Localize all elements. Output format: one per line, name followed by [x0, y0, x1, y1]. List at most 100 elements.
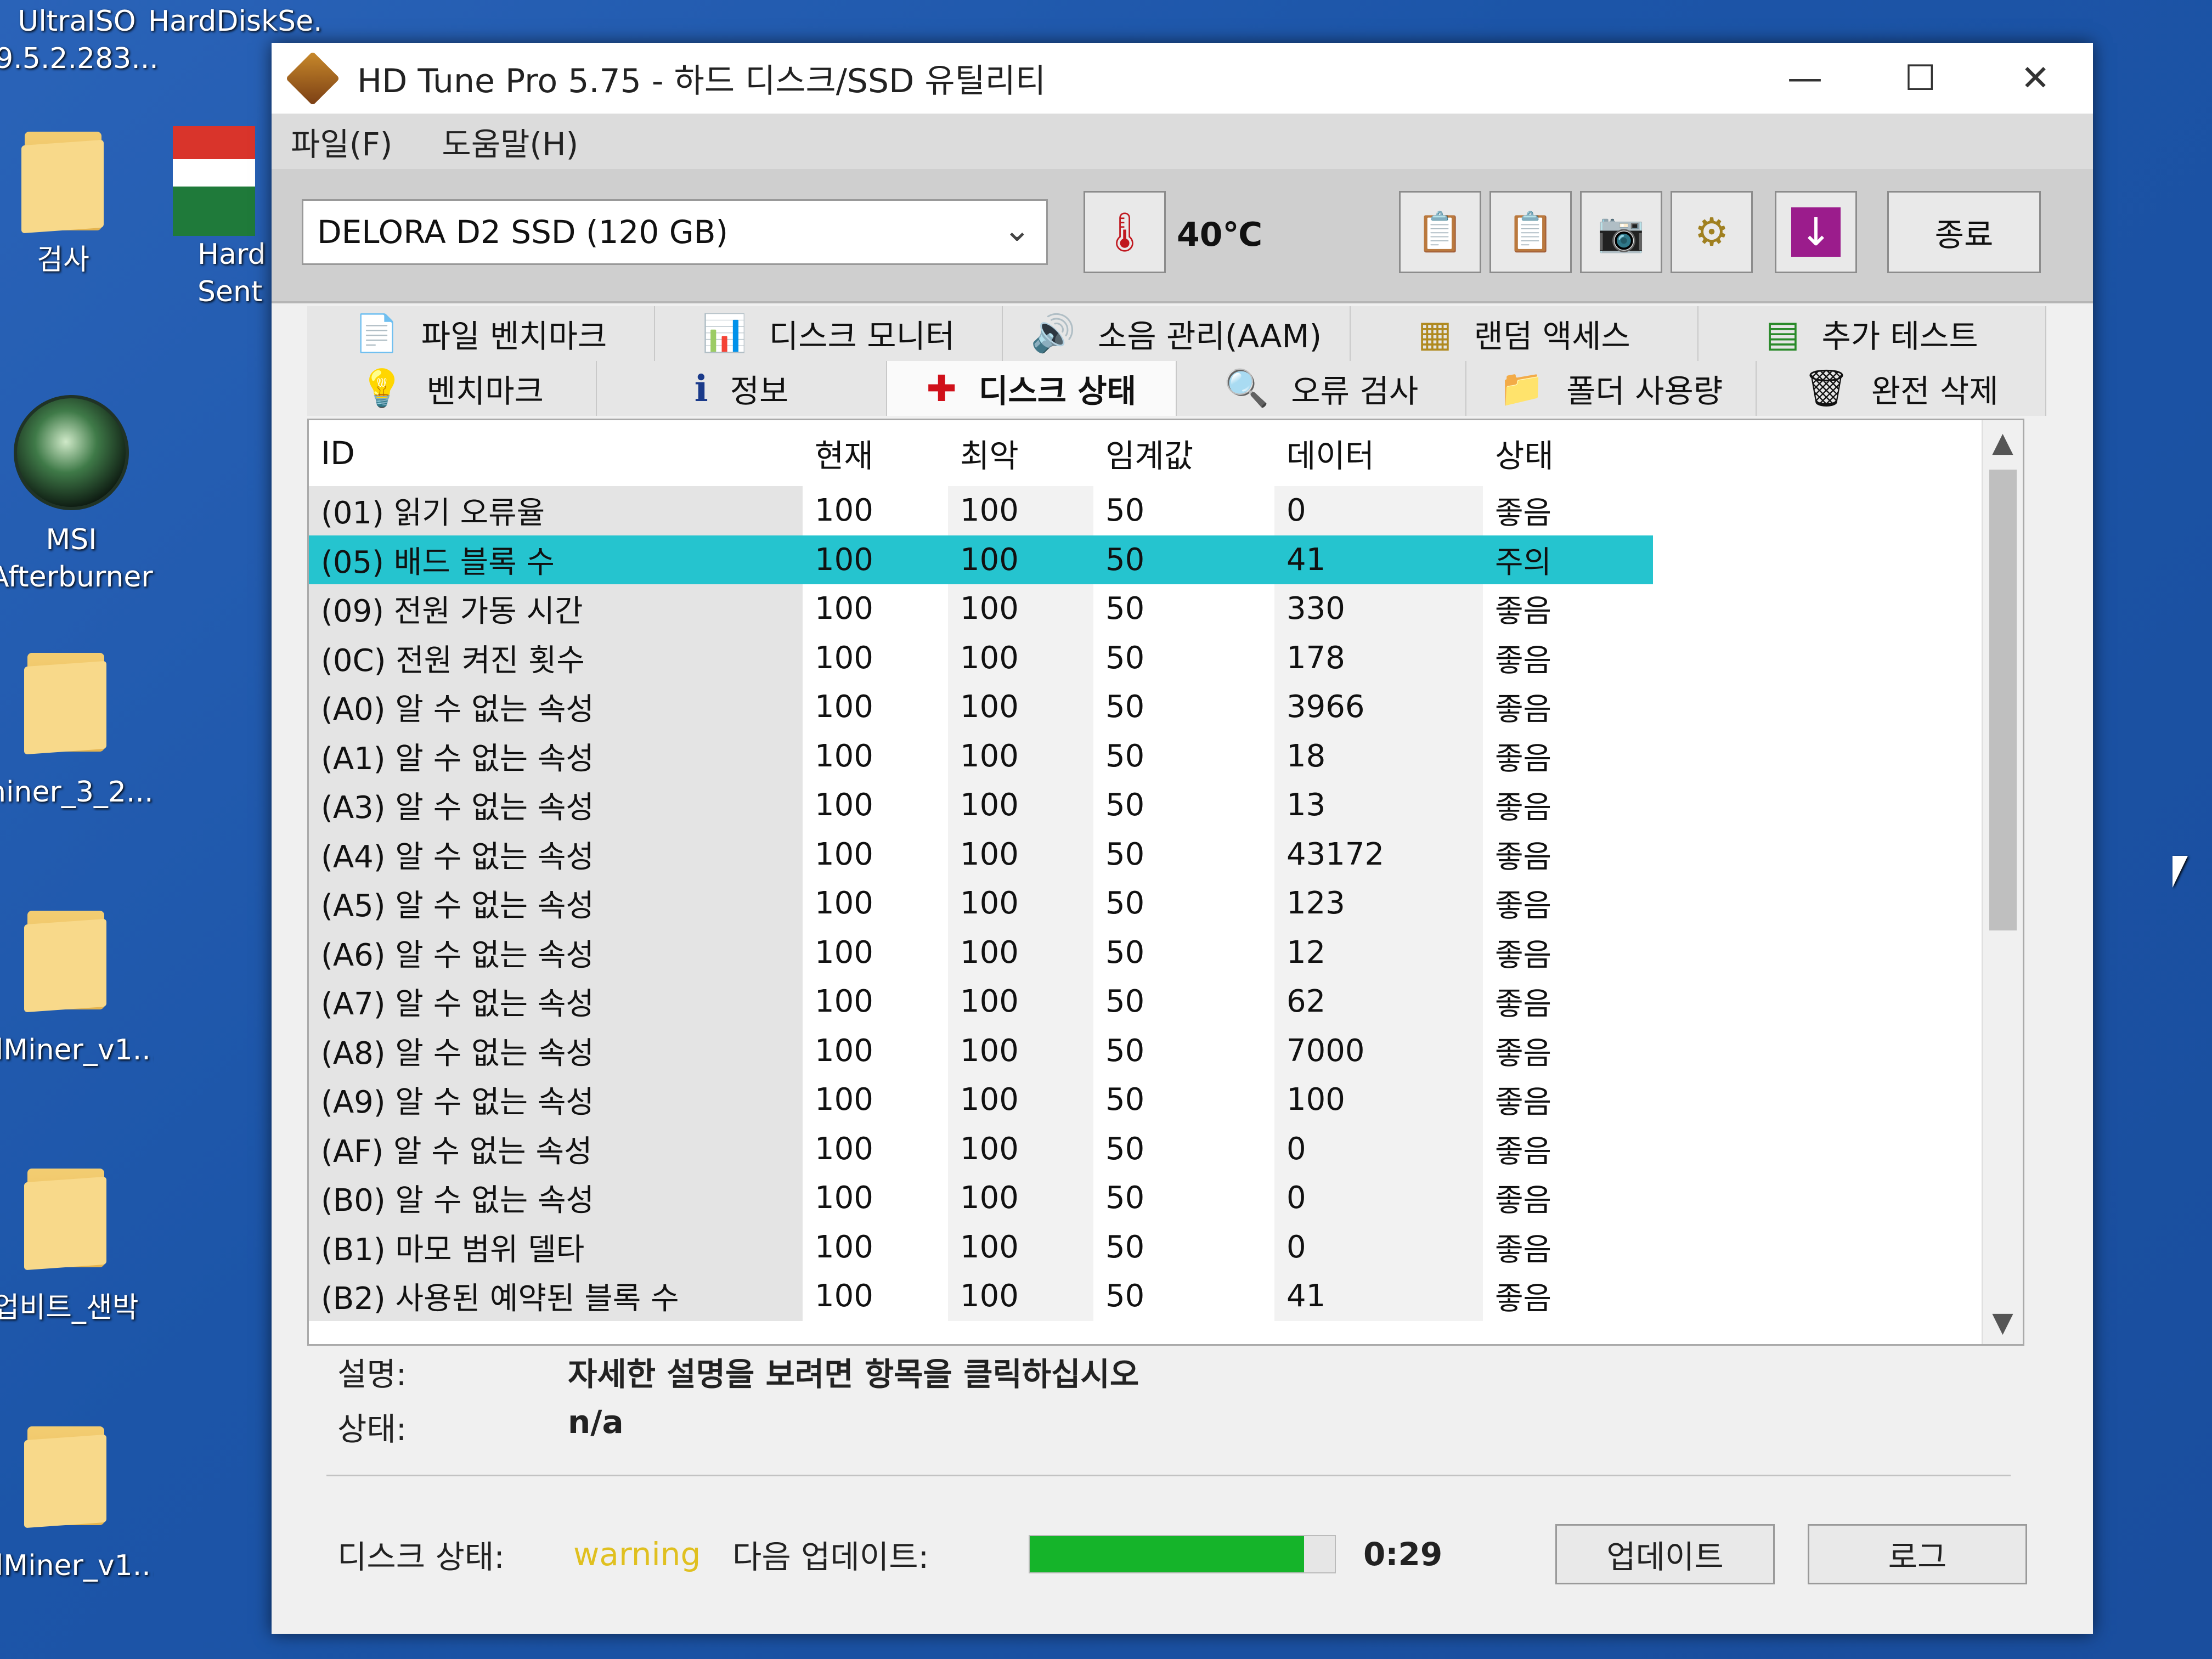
- exit-button[interactable]: 종료: [1887, 191, 2041, 273]
- copy-info-button[interactable]: 📋: [1399, 191, 1481, 273]
- cell-current: 100: [803, 781, 948, 830]
- update-button[interactable]: 업데이트: [1555, 1524, 1775, 1584]
- tab-extra-tests[interactable]: ▤ 추가 테스트: [1699, 306, 2046, 361]
- table-row[interactable]: (0C) 전원 켜진 횟수 100 100 50 178 좋음: [309, 633, 2023, 682]
- tab-folder-usage[interactable]: 📁 폴더 사용량: [1466, 361, 1757, 416]
- table-row[interactable]: (A4) 알 수 없는 속성 100 100 50 43172 좋음: [309, 830, 2023, 879]
- cell-status: 주의: [1483, 535, 1653, 584]
- vertical-scrollbar[interactable]: ▲ ▼: [1982, 420, 2023, 1344]
- desktop-icon-msi-afterburner[interactable]: MSI Afterburner: [0, 395, 159, 596]
- tab-row-top: 📄 파일 벤치마크 📊 디스크 모니터 🔊 소음 관리(AAM) ▦ 랜덤 액세…: [307, 306, 2046, 361]
- column-header-id[interactable]: ID: [309, 420, 803, 486]
- cell-status: 좋음: [1483, 486, 1653, 535]
- scroll-up-icon[interactable]: ▲: [1983, 420, 2023, 464]
- tab-benchmark[interactable]: 💡 벤치마크: [307, 361, 597, 416]
- tab-aam[interactable]: 🔊 소음 관리(AAM): [1003, 306, 1351, 361]
- status-label: 상태:: [337, 1410, 407, 1448]
- download-arrow-icon: ↓: [1791, 207, 1841, 257]
- cell-threshold: 50: [1093, 1222, 1274, 1272]
- cell-status: 좋음: [1483, 633, 1653, 682]
- cell-current: 100: [803, 633, 948, 682]
- cell-worst: 100: [948, 584, 1093, 634]
- table-row[interactable]: (A0) 알 수 없는 속성 100 100 50 3966 좋음: [309, 682, 2023, 732]
- table-row[interactable]: (A5) 알 수 없는 속성 100 100 50 123 좋음: [309, 879, 2023, 928]
- desktop-icon-folder-check[interactable]: 검사: [0, 132, 151, 279]
- log-button[interactable]: 로그: [1808, 1524, 2027, 1584]
- desktop-icon-olminer-1[interactable]: olMiner_v1...: [0, 911, 154, 1069]
- tab-info[interactable]: ℹ 정보: [597, 361, 887, 416]
- tab-label: 소음 관리(AAM): [1098, 318, 1322, 355]
- desktop-icon-upbit[interactable]: 업비트_샌박: [0, 1169, 154, 1327]
- copy-info-icon: 📋: [1416, 209, 1464, 255]
- table-row[interactable]: (A6) 알 수 없는 속성 100 100 50 12 좋음: [309, 928, 2023, 977]
- options-button[interactable]: ⚙: [1671, 191, 1753, 273]
- tab-disk-monitor[interactable]: 📊 디스크 모니터: [655, 306, 1003, 361]
- cell-data: 0: [1274, 1173, 1483, 1223]
- cell-worst: 100: [948, 1272, 1093, 1321]
- save-download-button[interactable]: ↓: [1775, 191, 1857, 273]
- table-row[interactable]: (A1) 알 수 없는 속성 100 100 50 18 좋음: [309, 731, 2023, 781]
- chevron-down-icon: ⌄: [1003, 211, 1031, 249]
- cell-current: 100: [803, 1173, 948, 1223]
- thermometer-button[interactable]: 🌡: [1084, 191, 1166, 273]
- close-button[interactable]: ✕: [1978, 43, 2093, 114]
- desktop-icon-label: miner_3_2...: [0, 776, 154, 809]
- scroll-down-icon[interactable]: ▼: [1983, 1300, 2023, 1344]
- menu-file[interactable]: 파일(F): [291, 119, 392, 165]
- cell-worst: 100: [948, 781, 1093, 830]
- desktop-icon-miner[interactable]: miner_3_2...: [0, 653, 154, 811]
- desktop-icon-hard-disk-sentinel[interactable]: Hard Sent: [148, 126, 280, 311]
- table-row[interactable]: (A3) 알 수 없는 속성 100 100 50 13 좋음: [309, 781, 2023, 830]
- file-benchmark-icon: 📄: [354, 312, 399, 354]
- cell-status: 좋음: [1483, 682, 1653, 732]
- column-header-data[interactable]: 데이터: [1274, 420, 1483, 486]
- camera-button[interactable]: 📷: [1580, 191, 1662, 273]
- table-row[interactable]: (B1) 마모 범위 델타 100 100 50 0 좋음: [309, 1222, 2023, 1272]
- tab-label: 완전 삭제: [1871, 373, 1999, 410]
- drive-select[interactable]: DELORA D2 SSD (120 GB) ⌄: [302, 199, 1048, 265]
- cell-data: 13: [1274, 781, 1483, 830]
- column-header-worst[interactable]: 최악: [948, 420, 1093, 486]
- column-header-current[interactable]: 현재: [803, 420, 948, 486]
- cell-data: 12: [1274, 928, 1483, 977]
- status-row: 상태: n/a: [337, 1403, 624, 1449]
- copy-screenshot-button[interactable]: 📋: [1489, 191, 1572, 273]
- table-row[interactable]: (A7) 알 수 없는 속성 100 100 50 62 좋음: [309, 977, 2023, 1026]
- tab-erase[interactable]: 🗑 완전 삭제: [1756, 361, 2046, 416]
- minimize-button[interactable]: —: [1747, 43, 1863, 114]
- cell-worst: 100: [948, 1222, 1093, 1272]
- cell-worst: 100: [948, 682, 1093, 732]
- desktop-icon-harddisksentinel-top[interactable]: HardDiskSe...: [148, 3, 324, 40]
- tab-file-benchmark[interactable]: 📄 파일 벤치마크: [307, 306, 655, 361]
- tab-disk-health[interactable]: ✚ 디스크 상태: [887, 361, 1177, 416]
- desktop-icon-label: 업비트_샌박: [0, 1291, 139, 1324]
- cell-status: 좋음: [1483, 928, 1653, 977]
- desktop-icon-olminer-2[interactable]: olMiner_v1...: [0, 1426, 154, 1584]
- tab-random-access[interactable]: ▦ 랜덤 액세스: [1351, 306, 1699, 361]
- column-header-threshold[interactable]: 임계값: [1093, 420, 1274, 486]
- random-access-icon: ▦: [1418, 312, 1452, 355]
- cell-status: 좋음: [1483, 1272, 1653, 1321]
- tab-label: 디스크 모니터: [769, 318, 955, 355]
- table-row[interactable]: (05) 배드 블록 수 100 100 50 41 주의: [309, 535, 2023, 584]
- title-bar[interactable]: HD Tune Pro 5.75 - 하드 디스크/SSD 유틸리티 — ☐ ✕: [272, 43, 2093, 114]
- table-row[interactable]: (09) 전원 가동 시간 100 100 50 330 좋음: [309, 584, 2023, 634]
- table-row[interactable]: (B2) 사용된 예약된 블록 수 100 100 50 41 좋음: [309, 1272, 2023, 1321]
- tab-error-scan[interactable]: 🔍 오류 검사: [1176, 361, 1467, 416]
- table-row[interactable]: (A9) 알 수 없는 속성 100 100 50 100 좋음: [309, 1075, 2023, 1125]
- maximize-button[interactable]: ☐: [1863, 43, 1978, 114]
- menu-help[interactable]: 도움말(H): [442, 119, 578, 165]
- cell-id: (A4) 알 수 없는 속성: [309, 830, 803, 879]
- cell-data: 330: [1274, 584, 1483, 634]
- table-row[interactable]: (B0) 알 수 없는 속성 100 100 50 0 좋음: [309, 1173, 2023, 1223]
- desktop-icon-ultraiso[interactable]: UltraISO 9.5.2.283...: [0, 3, 165, 77]
- table-row[interactable]: (A8) 알 수 없는 속성 100 100 50 7000 좋음: [309, 1026, 2023, 1075]
- cell-worst: 100: [948, 486, 1093, 535]
- health-cross-icon: ✚: [926, 367, 957, 410]
- cell-threshold: 50: [1093, 486, 1274, 535]
- scrollbar-thumb[interactable]: [1989, 470, 2017, 930]
- cell-threshold: 50: [1093, 535, 1274, 584]
- column-header-status[interactable]: 상태: [1483, 420, 1653, 486]
- table-row[interactable]: (01) 읽기 오류율 100 100 50 0 좋음: [309, 486, 2023, 535]
- table-row[interactable]: (AF) 알 수 없는 속성 100 100 50 0 좋음: [309, 1124, 2023, 1173]
